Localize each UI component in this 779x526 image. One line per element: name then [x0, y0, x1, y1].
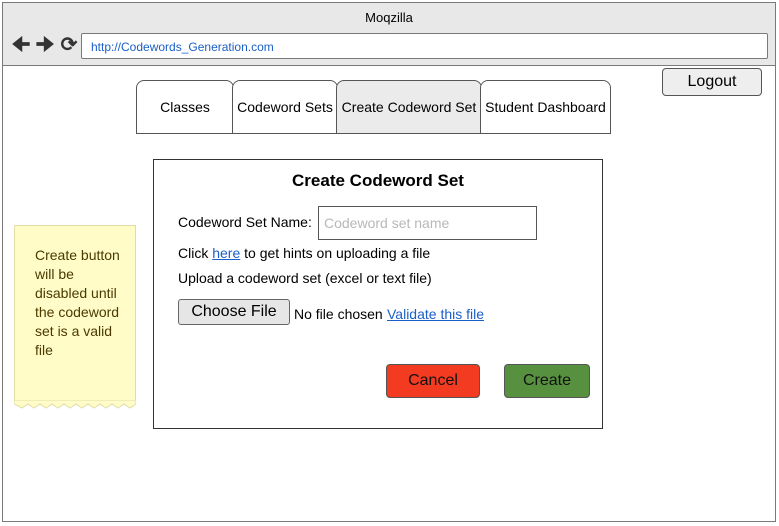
hint-suffix: to get hints on uploading a file — [240, 245, 431, 261]
browser-toolbar: Moqzilla 🠈 🠊 ⟳ http://Codewords_Generati… — [3, 3, 775, 66]
tab-create-codeword-set[interactable]: Create Codeword Set — [336, 80, 482, 134]
nav-buttons: 🠈 🠊 ⟳ — [11, 35, 79, 55]
dialog-title: Create Codeword Set — [292, 171, 464, 190]
window-title: Moqzilla — [365, 10, 413, 25]
cancel-button[interactable]: Cancel — [386, 364, 480, 398]
refresh-icon[interactable]: ⟳ — [59, 35, 79, 55]
upload-label: Upload a codeword set (excel or text fil… — [178, 270, 432, 286]
back-arrow-icon[interactable]: 🠈 — [11, 35, 31, 55]
logout-button[interactable]: Logout — [662, 68, 762, 96]
validate-file-link[interactable]: Validate this file — [387, 306, 484, 322]
sticky-note-torn-edge — [14, 400, 136, 409]
no-file-chosen-text: No file chosen — [294, 306, 383, 322]
sticky-note: Create button will be disabled until the… — [14, 225, 136, 401]
hints-link[interactable]: here — [212, 245, 240, 261]
hint-prefix: Click — [178, 245, 213, 261]
create-button[interactable]: Create — [504, 364, 590, 398]
address-bar[interactable]: http://Codewords_Generation.com — [81, 33, 768, 59]
choose-file-button[interactable]: Choose File — [178, 299, 290, 325]
sticky-note-text: Create button will be disabled until the… — [35, 247, 120, 358]
tab-classes[interactable]: Classes — [136, 80, 234, 134]
tab-codeword-sets[interactable]: Codeword Sets — [232, 80, 338, 134]
codeword-set-name-label: Codeword Set Name: — [178, 214, 312, 230]
forward-arrow-icon[interactable]: 🠊 — [35, 35, 55, 55]
tab-student-dashboard[interactable]: Student Dashboard — [480, 80, 611, 134]
hint-line: Click here to get hints on uploading a f… — [178, 245, 430, 261]
codeword-set-name-input[interactable] — [318, 206, 537, 240]
create-codeword-set-dialog: Create Codeword Set Codeword Set Name: C… — [153, 159, 603, 429]
tab-bar: Classes Codeword Sets Create Codeword Se… — [136, 80, 611, 134]
